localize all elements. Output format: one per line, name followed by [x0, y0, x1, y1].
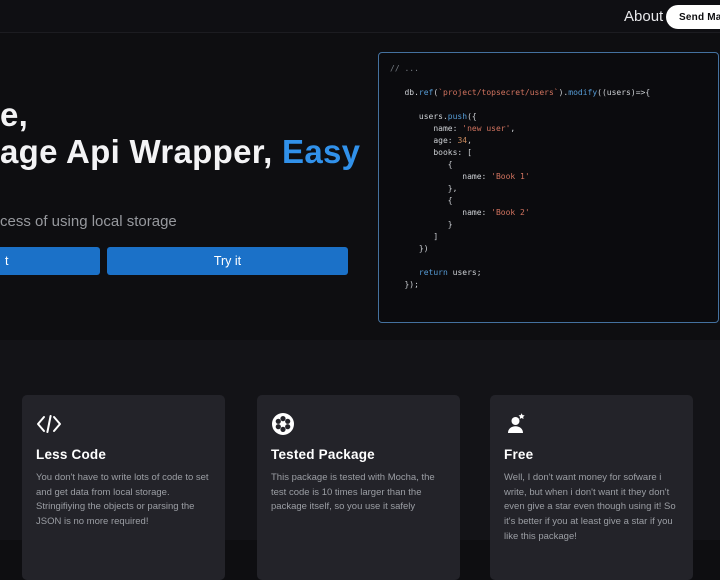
code-block: // ... db.ref(`project/topsecret/users`)… — [390, 63, 707, 291]
hero-subtitle: cess of using local storage — [0, 213, 177, 230]
code-line: users.push({ — [390, 112, 477, 121]
hero-primary-button-partial[interactable]: t — [0, 247, 100, 275]
feature-card-free: Free Well, I don't want money for sofwar… — [490, 395, 693, 580]
hero-section: e, age Api Wrapper, Easy cess of using lo… — [0, 33, 720, 343]
hero-heading: e, age Api Wrapper, Easy — [0, 96, 360, 170]
feature-card-less-code: Less Code You don't have to write lots o… — [22, 395, 225, 580]
code-line: // ... — [390, 64, 419, 73]
code-line: return users; — [418, 268, 482, 277]
code-line: }); — [390, 280, 419, 289]
code-line: ] — [390, 232, 439, 241]
code-line: }, — [390, 184, 458, 193]
feature-card-title: Free — [504, 447, 534, 462]
code-line: }) — [390, 244, 429, 253]
code-line: name: 'Book 2' — [390, 208, 530, 217]
code-line: name: 'new user', — [390, 124, 516, 133]
hero-heading-line2: age Api Wrapper, — [0, 133, 283, 170]
top-navbar: About Send Mail — [0, 0, 720, 33]
feature-card-body: You don't have to write lots of code to … — [36, 472, 209, 528]
try-it-button[interactable]: Try it — [107, 247, 348, 275]
feature-card-body: Well, I don't want money for sofware i w… — [504, 472, 676, 542]
feature-card-title: Tested Package — [271, 447, 375, 462]
hero-primary-button-label-fragment: t — [5, 254, 9, 268]
code-line: { — [390, 160, 453, 169]
feature-card-body: This package is tested with Mocha, the t… — [271, 472, 435, 513]
hero-heading-line1: e, — [0, 96, 29, 133]
features-section: Less Code You don't have to write lots o… — [0, 340, 720, 580]
code-line: age: 34, — [390, 136, 472, 145]
feature-card-tested-package: Tested Package This package is tested wi… — [257, 395, 460, 580]
flower-badge-icon — [271, 411, 446, 437]
feature-card-title: Less Code — [36, 447, 107, 462]
code-icon — [36, 411, 211, 437]
code-line: { — [390, 196, 453, 205]
code-line: } — [390, 220, 453, 229]
nav-about-link[interactable]: About — [624, 8, 663, 25]
try-it-button-label: Try it — [213, 254, 242, 268]
code-panel: // ... db.ref(`project/topsecret/users`)… — [378, 52, 719, 323]
code-line: books: [ — [390, 148, 472, 157]
send-mail-button[interactable]: Send Mail — [666, 5, 720, 29]
code-line: db.ref(`project/topsecret/users`).modify… — [390, 88, 651, 97]
code-line: name: 'Book 1' — [390, 172, 530, 181]
user-star-icon — [504, 411, 679, 437]
hero-heading-highlight: Easy — [282, 133, 361, 170]
